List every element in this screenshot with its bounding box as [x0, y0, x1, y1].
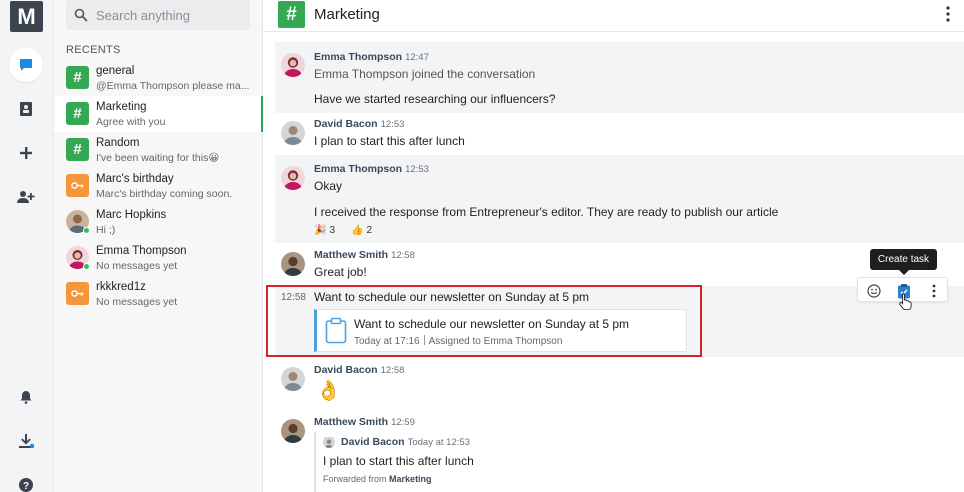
author-name[interactable]: Emma Thompson [314, 163, 402, 175]
highlight-box [266, 285, 702, 357]
message-text: Great job! [314, 265, 367, 279]
search-input[interactable]: Search anything [66, 0, 250, 30]
recent-item-preview: Agree with you [96, 116, 166, 128]
add-reaction-icon[interactable] [864, 281, 883, 300]
recent-item-name: Random [96, 137, 140, 149]
recent-item-marketing[interactable]: # Marketing Agree with you [54, 96, 263, 132]
notifications-bell-icon[interactable] [9, 380, 43, 414]
author-name[interactable]: Matthew Smith [314, 416, 388, 428]
recent-item-random[interactable]: # Random I've been waiting for this😀 [54, 132, 263, 168]
ok-hand-emoji-icon: 👌 [316, 380, 341, 402]
recent-item-name: Marc Hopkins [96, 209, 167, 221]
recent-item-preview: @Emma Thompson please ma... [96, 80, 250, 92]
recent-item-name: general [96, 65, 135, 77]
message-author[interactable]: Matthew Smith 12:59 [314, 416, 415, 428]
recent-item-rkkkred1z[interactable]: rkkkred1z No messages yet [54, 276, 263, 312]
channel-title: Marketing [314, 6, 380, 23]
author-name[interactable]: David Bacon [314, 364, 378, 376]
key-icon [66, 282, 89, 305]
message-time: 12:47 [405, 52, 429, 63]
message-author[interactable]: David Bacon 12:58 [314, 364, 404, 376]
more-actions-icon[interactable] [924, 281, 943, 300]
recents-heading: RECENTS [66, 44, 121, 56]
thumbs-up-emoji-icon: 👍 [351, 225, 364, 236]
recent-item-preview: Hi ;) [96, 224, 116, 236]
channel-header: # Marketing [263, 0, 964, 32]
download-icon[interactable] [9, 424, 43, 458]
svg-text:?: ? [23, 481, 29, 492]
create-task-tooltip: Create task [870, 249, 937, 275]
avatar [281, 367, 305, 391]
recent-item-name: rkkkred1z [96, 281, 146, 293]
recent-item-name: Marketing [96, 101, 147, 113]
more-options-icon[interactable] [946, 6, 950, 27]
message-text: I plan to start this after lunch [314, 134, 465, 148]
message-author[interactable]: David Bacon 12:53 [314, 118, 404, 130]
recent-item-name: Emma Thompson [96, 245, 187, 257]
party-emoji-icon: 🎉 [314, 225, 327, 236]
message-time: 12:59 [391, 417, 415, 428]
avatar [281, 419, 305, 443]
message-text: Have we started researching our influenc… [314, 92, 556, 106]
hand-cursor-icon [899, 293, 912, 310]
avatar [281, 166, 305, 190]
message-author[interactable]: Emma Thompson 12:47 [314, 51, 429, 63]
recent-item-marcs-birthday[interactable]: Marc's birthday Marc's birthday coming s… [54, 168, 263, 204]
message-author[interactable]: Matthew Smith 12:58 [314, 249, 415, 261]
reaction-count: 2 [366, 225, 373, 236]
message-text: I received the response from Entrepreneu… [314, 205, 779, 219]
recent-item-general[interactable]: # general @Emma Thompson please ma... [54, 60, 263, 96]
message-author[interactable]: Emma Thompson 12:53 [314, 163, 429, 175]
avatar [323, 436, 335, 448]
icon-rail: M ? [0, 0, 54, 492]
author-name: David Bacon [341, 436, 405, 448]
help-icon[interactable]: ? [9, 468, 43, 492]
channel-list-panel: Search anything RECENTS # general @Emma … [54, 0, 263, 492]
hash-icon: # [66, 66, 89, 89]
contacts-icon[interactable] [9, 92, 43, 126]
recent-item-emma-thompson[interactable]: Emma Thompson No messages yet [54, 240, 263, 276]
reaction-thumbs-up[interactable]: 👍 2 [351, 225, 372, 236]
add-icon[interactable] [9, 136, 43, 170]
hash-icon: # [278, 1, 305, 28]
key-icon [66, 174, 89, 197]
system-message: Emma Thompson joined the conversation [314, 67, 536, 81]
message-text: Okay [314, 179, 343, 193]
search-placeholder: Search anything [96, 7, 190, 23]
app-logo[interactable]: M [10, 1, 43, 32]
recent-item-marc-hopkins[interactable]: Marc Hopkins Hi ;) [54, 204, 263, 240]
recent-item-preview: No messages yet [96, 296, 178, 308]
recent-item-preview: I've been waiting for this😀 [96, 152, 220, 164]
recent-item-name: Marc's birthday [96, 173, 174, 185]
add-user-icon[interactable] [9, 180, 43, 214]
message-time: Today at 12:53 [407, 437, 470, 448]
search-icon [74, 8, 88, 22]
message-time: 12:53 [380, 119, 405, 130]
author-name[interactable]: David Bacon [314, 118, 378, 130]
reaction-count: 3 [329, 225, 336, 236]
forwarded-from: Forwarded from Marketing [323, 474, 432, 484]
forwarded-from-label: Forwarded from [323, 474, 387, 484]
avatar [281, 252, 305, 276]
hash-icon: # [66, 138, 89, 161]
app-window: M ? Search anything RECENTS # general @E… [0, 0, 964, 492]
avatar [281, 121, 305, 145]
forwarded-author: David Bacon Today at 12:53 [341, 436, 470, 448]
chats-icon[interactable] [9, 48, 43, 82]
message-time: 12:58 [380, 365, 405, 376]
online-status-dot [83, 263, 90, 270]
forwarded-text: I plan to start this after lunch [323, 454, 474, 468]
online-status-dot [83, 227, 90, 234]
forwarded-message[interactable]: David Bacon Today at 12:53 I plan to star… [314, 432, 694, 492]
hash-icon: # [66, 102, 89, 125]
avatar [281, 53, 305, 77]
recent-item-preview: No messages yet [96, 260, 178, 272]
recent-item-preview: Marc's birthday coming soon. [96, 188, 233, 200]
author-name[interactable]: Matthew Smith [314, 249, 388, 261]
message-time: 12:53 [405, 164, 429, 175]
message-time: 12:58 [391, 250, 415, 261]
forwarded-from-channel[interactable]: Marketing [389, 474, 432, 484]
author-name[interactable]: Emma Thompson [314, 51, 402, 63]
reaction-party[interactable]: 🎉 3 [314, 225, 335, 236]
